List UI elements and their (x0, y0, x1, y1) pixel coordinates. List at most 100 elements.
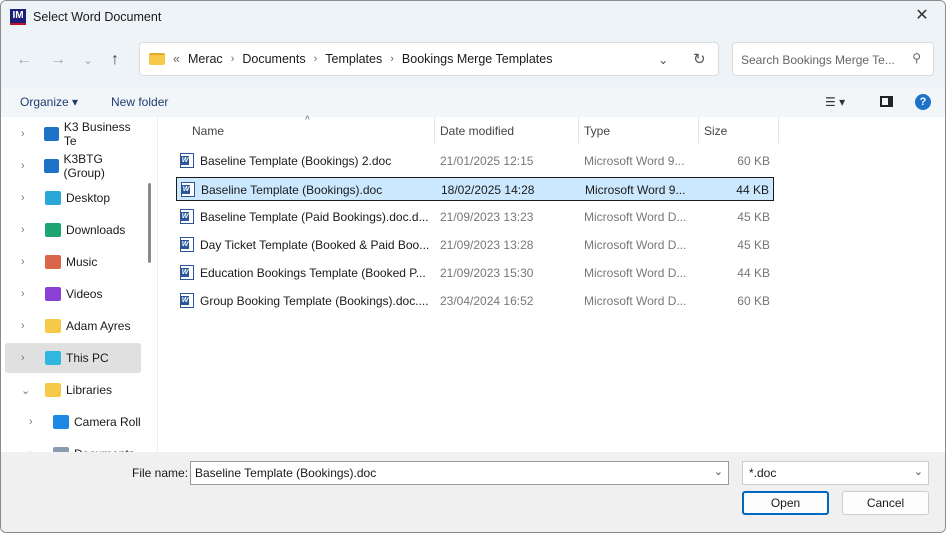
chevron-right-icon: › (313, 53, 318, 65)
breadcrumb-overflow[interactable]: « (173, 52, 180, 66)
chevron-icon[interactable]: › (21, 192, 37, 204)
app-icon: IM (10, 9, 26, 25)
search-placeholder: Search Bookings Merge Te... (741, 53, 895, 67)
sidebar-item[interactable]: ›Documents (5, 439, 141, 452)
sidebar-item-label: Downloads (66, 223, 126, 237)
file-date: 21/09/2023 13:23 (440, 210, 534, 224)
folder-icon (149, 53, 165, 65)
word-document-icon (181, 182, 195, 197)
chevron-icon[interactable]: › (29, 416, 45, 428)
file-type: Microsoft Word D... (584, 294, 687, 308)
window-title: Select Word Document (33, 10, 162, 24)
file-date: 23/04/2024 16:52 (440, 294, 534, 308)
file-name-value: Baseline Template (Bookings).doc (195, 466, 377, 480)
file-name: Baseline Template (Bookings) 2.doc (200, 154, 392, 168)
chevron-down-icon[interactable]: ⌄ (658, 52, 668, 67)
address-bar[interactable]: « Merac › Documents › Templates › Bookings … (139, 42, 719, 76)
building-icon (43, 127, 59, 141)
folder-icon (45, 319, 61, 333)
file-name: Education Bookings Template (Booked P... (200, 266, 426, 280)
chevron-icon[interactable]: › (21, 128, 36, 140)
file-row[interactable]: Baseline Template (Paid Bookings).doc.d.… (176, 205, 774, 229)
recent-locations-button[interactable]: ⌄ (83, 53, 93, 67)
sidebar-item[interactable]: › Downloads (5, 215, 141, 245)
sidebar-item[interactable]: › Adam Ayres (5, 311, 141, 341)
sidebar-item-label: K3 Business Te (63, 120, 131, 148)
file-size: 45 KB (737, 210, 770, 224)
column-header-name[interactable]: Name (192, 124, 224, 138)
close-button[interactable]: ✕ (899, 1, 945, 33)
preview-pane-icon[interactable] (880, 96, 893, 107)
file-type-select[interactable]: *.doc ⌄ (742, 461, 929, 485)
word-document-icon (180, 153, 194, 168)
sort-ascending-icon: ^ (305, 115, 310, 126)
title-bar: IM Select Word Document ✕ (1, 1, 945, 33)
file-row[interactable]: Baseline Template (Bookings) 2.doc 21/01/… (176, 149, 774, 173)
file-name-input[interactable]: Baseline Template (Bookings).doc ⌄ (190, 461, 729, 485)
chevron-icon[interactable]: ⌄ (21, 384, 37, 397)
view-options-icon[interactable]: ☰ ▾ (825, 95, 845, 109)
sidebar-item-label: Desktop (66, 191, 111, 205)
up-button[interactable]: ↑ (111, 51, 119, 69)
download-icon (45, 223, 61, 237)
word-document-icon (180, 265, 194, 280)
navigation-pane: › K3 Business Te › K3BTG (Group) › Desktop › Do… (1, 117, 158, 452)
back-button[interactable]: ← (16, 51, 32, 69)
file-size: 44 KB (736, 183, 769, 197)
chevron-icon[interactable]: › (21, 224, 37, 236)
word-document-icon (180, 293, 194, 308)
column-header-date[interactable]: Date modified (440, 124, 514, 138)
breadcrumb-templates[interactable]: Templates (325, 52, 382, 66)
forward-button[interactable]: → (50, 51, 66, 69)
organize-button[interactable]: Organize ▾ (20, 95, 78, 109)
sidebar-item-label: Adam Ayres (66, 319, 131, 333)
video-icon (45, 287, 61, 301)
navigation-bar: ← → ⌄ ↑ « Merac › Documents › Templates › B… (1, 33, 945, 87)
refresh-icon[interactable]: ↻ (693, 50, 706, 68)
file-row[interactable]: Education Bookings Template (Booked P...… (176, 261, 774, 285)
computer-icon (45, 351, 61, 365)
chevron-icon[interactable]: › (21, 352, 37, 364)
sidebar-item-label: Libraries (66, 383, 113, 397)
chevron-icon[interactable]: › (21, 256, 37, 268)
breadcrumb-bookings-merge-templates[interactable]: Bookings Merge Templates (402, 52, 553, 66)
sidebar-item-label: Videos (66, 287, 103, 301)
search-input[interactable]: Search Bookings Merge Te... ⚲ (732, 42, 934, 76)
column-header-type[interactable]: Type (584, 124, 610, 138)
file-date: 21/09/2023 13:28 (440, 238, 534, 252)
chevron-right-icon: › (230, 53, 235, 65)
chevron-icon[interactable]: › (21, 320, 37, 332)
sidebar-item[interactable]: › K3BTG (Group) (5, 151, 141, 181)
file-row[interactable]: Day Ticket Template (Booked & Paid Boo..… (176, 233, 774, 257)
open-button[interactable]: Open (742, 491, 829, 515)
file-type: Microsoft Word D... (584, 266, 687, 280)
file-date: 18/02/2025 14:28 (441, 183, 535, 197)
file-row[interactable]: Group Booking Template (Bookings).doc...… (176, 289, 774, 313)
sidebar-item[interactable]: ⌄ Libraries (5, 375, 141, 405)
file-type: Microsoft Word 9... (584, 154, 685, 168)
sidebar-scrollbar[interactable] (148, 183, 151, 263)
sidebar-item-label: This PC (66, 351, 109, 365)
sidebar-item[interactable]: › Music (5, 247, 141, 277)
sidebar-item[interactable]: › Desktop (5, 183, 141, 213)
breadcrumb-documents[interactable]: Documents (242, 52, 305, 66)
chevron-icon[interactable]: › (21, 288, 37, 300)
sidebar-item[interactable]: › This PC (5, 343, 141, 373)
folder-icon (45, 383, 61, 397)
file-size: 44 KB (737, 266, 770, 280)
column-header-size[interactable]: Size (704, 124, 727, 138)
file-row[interactable]: Baseline Template (Bookings).doc 18/02/20… (176, 177, 774, 201)
sidebar-item[interactable]: › Camera Roll (5, 407, 141, 437)
chevron-down-icon: ⌄ (913, 466, 923, 478)
sidebar-item[interactable]: › Videos (5, 279, 141, 309)
file-dialog: IM Select Word Document ✕ ← → ⌄ ↑ « Mera… (0, 0, 946, 533)
sidebar-item[interactable]: › K3 Business Te (5, 119, 141, 149)
word-document-icon (180, 209, 194, 224)
new-folder-button[interactable]: New folder (111, 95, 168, 109)
breadcrumb-merac[interactable]: Merac (188, 52, 223, 66)
chevron-down-icon[interactable]: ⌄ (714, 465, 723, 478)
chevron-icon[interactable]: › (21, 160, 36, 172)
help-icon[interactable]: ? (915, 94, 931, 110)
file-type: Microsoft Word D... (584, 238, 687, 252)
cancel-button[interactable]: Cancel (842, 491, 929, 515)
